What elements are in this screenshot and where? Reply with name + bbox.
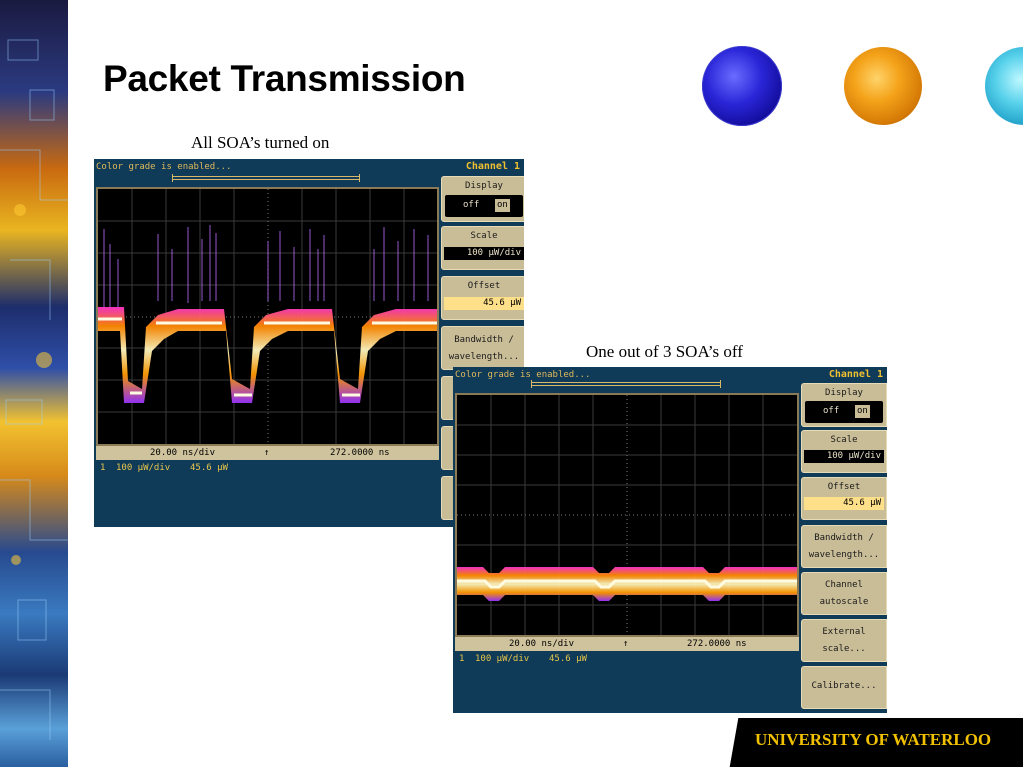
display-label: Display — [825, 388, 863, 398]
cyan-orb-decoration — [985, 47, 1023, 125]
status-message: Color grade is enabled... — [455, 370, 591, 380]
footer-offset: 45.6 µW — [190, 463, 228, 473]
scale-button[interactable]: Scale 100 µW/div — [441, 226, 524, 270]
scale-field[interactable]: 100 µW/div — [804, 450, 884, 463]
bandwidth-wavelength-button[interactable]: Bandwidth / wavelength... — [441, 326, 524, 370]
trigger-marker: ↑ — [264, 448, 270, 458]
channel-number: 1 — [100, 463, 106, 473]
page-title: Packet Transmission — [103, 58, 466, 99]
caption-all-soa-on: All SOA’s turned on — [191, 133, 330, 152]
external-label-2: scale... — [822, 644, 866, 654]
eye-diagram-graphic — [98, 189, 437, 444]
external-scale-button[interactable]: External scale... — [801, 619, 887, 662]
circuit-pattern-graphic — [0, 39, 68, 740]
footer-scale: 100 µW/div — [475, 654, 530, 664]
timebase-readout: 20.00 ns/div ↑ 272.0000 ns — [455, 637, 799, 651]
bandwidth-label-1: Bandwidth / — [814, 533, 874, 543]
offset-label: Offset — [827, 482, 861, 492]
footer-offset: 45.6 µW — [549, 654, 587, 664]
timebase-readout: 20.00 ns/div ↑ 272.0000 ns — [96, 446, 439, 460]
calibrate-button[interactable]: Calibrate... — [801, 666, 887, 709]
footer-scale: 100 µW/div — [116, 463, 171, 473]
offset-button[interactable]: Offset 45.6 µW — [801, 477, 887, 520]
calibrate-label: Calibrate... — [811, 681, 877, 691]
display-off-option[interactable]: off — [463, 199, 479, 212]
display-on-option[interactable]: on — [855, 405, 870, 418]
scale-field[interactable]: 100 µW/div — [444, 247, 524, 260]
channel-title: Channel 1 — [465, 161, 520, 172]
offset-field[interactable]: 45.6 µW — [444, 297, 524, 310]
channel-autoscale-button[interactable]: Channel autoscale — [801, 572, 887, 615]
display-label: Display — [465, 181, 503, 191]
university-footer-text: UNIVERSITY OF WATERLOO — [755, 730, 992, 749]
bandwidth-label-2: wavelength... — [448, 352, 520, 362]
status-message: Color grade is enabled... — [96, 162, 232, 172]
autoscale-label-2: autoscale — [819, 597, 869, 607]
time-position-value: 272.0000 ns — [687, 639, 747, 649]
bandwidth-label-1: Bandwidth / — [454, 335, 514, 345]
display-button[interactable]: Display off on — [441, 176, 524, 222]
waveform-display — [96, 187, 439, 446]
caption-one-soa-off: One out of 3 SOA’s off — [586, 342, 743, 361]
bandwidth-label-2: wavelength... — [808, 550, 880, 560]
scale-label: Scale — [830, 435, 858, 445]
waveform-display — [455, 393, 799, 637]
decorative-side-strip — [0, 0, 68, 767]
display-toggle[interactable]: off on — [805, 401, 883, 423]
offset-label: Offset — [467, 281, 501, 291]
scale-label: Scale — [470, 231, 498, 241]
channel-number: 1 — [459, 654, 465, 664]
blue-orb-decoration — [702, 46, 782, 126]
display-button[interactable]: Display off on — [801, 383, 887, 427]
channel-settings-panel: Channel 1 Display off on Scale 100 µW/di… — [801, 367, 887, 713]
display-on-option[interactable]: on — [495, 199, 510, 212]
time-position-bar — [531, 380, 721, 388]
flat-waveform-graphic — [457, 395, 797, 635]
oscilloscope-screenshot-2: Color grade is enabled... 20.00 ns/div ↑… — [453, 367, 887, 713]
timebase-value: 20.00 ns/div — [150, 448, 216, 458]
time-position-bar — [172, 174, 360, 182]
time-position-value: 272.0000 ns — [330, 448, 390, 458]
autoscale-label-1: Channel — [825, 580, 863, 590]
display-toggle[interactable]: off on — [445, 195, 523, 217]
bandwidth-wavelength-button[interactable]: Bandwidth / wavelength... — [801, 525, 887, 568]
display-off-option[interactable]: off — [823, 405, 839, 418]
timebase-value: 20.00 ns/div — [509, 639, 575, 649]
external-label-1: External — [822, 627, 866, 637]
trigger-marker: ↑ — [623, 639, 629, 649]
scale-button[interactable]: Scale 100 µW/div — [801, 430, 887, 473]
channel-title: Channel 1 — [828, 369, 883, 380]
orange-orb-decoration — [844, 47, 922, 125]
offset-button[interactable]: Offset 45.6 µW — [441, 276, 524, 320]
offset-field[interactable]: 45.6 µW — [804, 497, 884, 510]
